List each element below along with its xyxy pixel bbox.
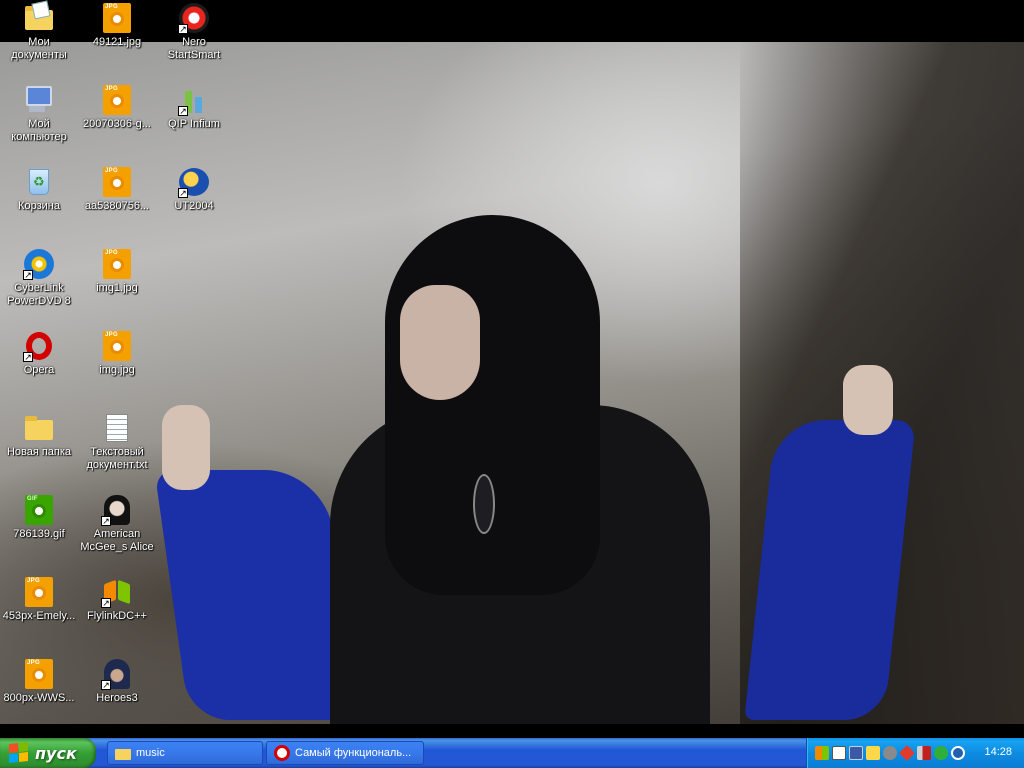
desktop-icon-jpg-20070306[interactable]: JPG 20070306-g... [78,84,156,131]
ut2004-icon: ↗ [178,166,210,198]
wallpaper-letterbox-bottom [0,724,1024,738]
folder-icon [115,749,131,760]
desktop-icon-label: img.jpg [99,364,135,376]
desktop-icon-heroes3[interactable]: ↗ Heroes3 [78,658,156,705]
dvd-player-icon: ↗ [23,248,55,280]
shortcut-arrow-icon: ↗ [178,106,188,116]
desktop-icon-jpg-49121[interactable]: JPG 49121.jpg [78,2,156,49]
wallpaper-pendant [473,474,495,534]
gif-file-icon: GIF [23,494,55,526]
opera-icon: ↗ [23,330,55,362]
nero-icon: ↗ [178,2,210,34]
wallpaper-figure-face [400,285,480,400]
desktop-icon-flylink[interactable]: ↗ FlylinkDC++ [78,576,156,623]
opera-icon [274,745,290,761]
shortcut-arrow-icon: ↗ [178,24,188,34]
qip-icon: ↗ [178,84,210,116]
desktop-icon-qip[interactable]: ↗ QIP Infium [155,84,233,131]
jpg-file-icon: JPG [101,330,133,362]
desktop-icon-label: Мой компьютер [11,118,67,143]
desktop-icon-text-document[interactable]: Текстовый документ.txt [78,412,156,472]
computer-icon [23,84,55,116]
desktop-icon-gif-786139[interactable]: GIF 786139.gif [0,494,78,541]
pen-tray-icon[interactable] [866,746,880,760]
desktop-icon-label: 786139.gif [13,528,65,540]
desktop-icon-label: 800px-WWS... [3,692,75,704]
heroes-game-icon: ↗ [101,658,133,690]
windows-logo-icon [9,742,29,764]
shortcut-arrow-icon: ↗ [101,598,111,608]
desktop-icon-my-computer[interactable]: Мой компьютер [0,84,78,144]
wallpaper-right-hand [843,365,893,435]
folder-icon [23,412,55,444]
jpg-file-icon: JPG [23,658,55,690]
jpg-file-icon: JPG [101,2,133,34]
desktop-icon-label: QIP Infium [168,118,220,130]
desktop-icon-new-folder[interactable]: Новая папка [0,412,78,459]
desktop-icon-label: 20070306-g... [83,118,151,130]
recycle-bin-icon [23,166,55,198]
desktop-icon-alice[interactable]: ↗ American McGee_s Alice [78,494,156,554]
alice-game-icon: ↗ [101,494,133,526]
clock[interactable]: 14:28 [984,746,1012,758]
documents-folder-icon [23,2,55,34]
desktop-icon-label: Heroes3 [96,692,138,704]
flylink-tray-icon[interactable] [815,746,829,760]
desktop-icon-label: img1.jpg [96,282,138,294]
wallpaper-left-hand [162,405,210,490]
speaker-tray-icon[interactable] [883,746,897,760]
wallpaper-figure-hair [385,215,600,595]
shortcut-arrow-icon: ↗ [23,270,33,280]
shortcut-arrow-icon: ↗ [101,516,111,526]
system-tray: 14:28 [806,738,1024,768]
desktop-icon-jpg-img1[interactable]: JPG img1.jpg [78,248,156,295]
desktop-icon-label: aa5380756... [84,200,150,212]
desktop-icon-label: 49121.jpg [92,36,142,48]
desktop-icon-jpg-453px[interactable]: JPG 453px-Emely... [0,576,78,623]
start-button-label: пуск [35,743,77,763]
desktop-icon-jpg-img[interactable]: JPG img.jpg [78,330,156,377]
taskbar-button-opera[interactable]: Самый функциональ... [266,741,424,765]
desktop-icon-label: Opera [23,364,55,376]
text-file-icon [101,412,133,444]
desktop-icon-label: Новая папка [6,446,72,458]
desktop-icon-label: American McGee_s Alice [80,528,154,553]
desktop-icon-recycle-bin[interactable]: Корзина [0,166,78,213]
desktop-icon-label: Мои документы [11,36,67,61]
desktop-icon-nero[interactable]: ↗ Nero StartSmart [155,2,233,62]
desktop-icon-my-documents[interactable]: Мои документы [0,2,78,62]
volume-tray-icon[interactable] [917,746,931,760]
desktop-icon-jpg-aa5380756[interactable]: JPG aa5380756... [78,166,156,213]
shortcut-arrow-icon: ↗ [101,680,111,690]
desktop-icon-label: Текстовый документ.txt [86,446,148,471]
flylink-icon: ↗ [101,576,133,608]
jpg-file-icon: JPG [101,84,133,116]
desktop-icon-opera[interactable]: ↗ Opera [0,330,78,377]
shortcut-arrow-icon: ↗ [178,188,188,198]
desktop-icon-powerdvd[interactable]: ↗ CyberLink PowerDVD 8 [0,248,78,308]
jpg-file-icon: JPG [101,166,133,198]
language-tray-icon[interactable] [832,746,846,760]
taskbar: пуск music Самый функциональ... 14:28 [0,738,1024,768]
network-tray-icon[interactable] [849,746,863,760]
desktop-icon-label: Корзина [18,200,60,212]
desktop-icon-label: 453px-Emely... [2,610,76,622]
desktop-icon-ut2004[interactable]: ↗ UT2004 [155,166,233,213]
taskbar-button-music[interactable]: music [107,741,263,765]
jpg-file-icon: JPG [101,248,133,280]
antivirus-tray-icon[interactable] [899,745,915,761]
taskbar-button-label: Самый функциональ... [295,747,412,759]
desktop-icon-label: FlylinkDC++ [87,610,147,622]
shield-tray-icon[interactable] [951,746,965,760]
desktop-icon-label: UT2004 [174,200,214,212]
taskbar-button-label: music [136,747,165,759]
shortcut-arrow-icon: ↗ [23,352,33,362]
desktop-icon-jpg-800px[interactable]: JPG 800px-WWS... [0,658,78,705]
start-button[interactable]: пуск [0,738,96,768]
qip-tray-icon[interactable] [934,746,948,760]
jpg-file-icon: JPG [23,576,55,608]
desktop-icon-label: Nero StartSmart [167,36,221,61]
desktop-icon-label: CyberLink PowerDVD 8 [7,282,71,307]
